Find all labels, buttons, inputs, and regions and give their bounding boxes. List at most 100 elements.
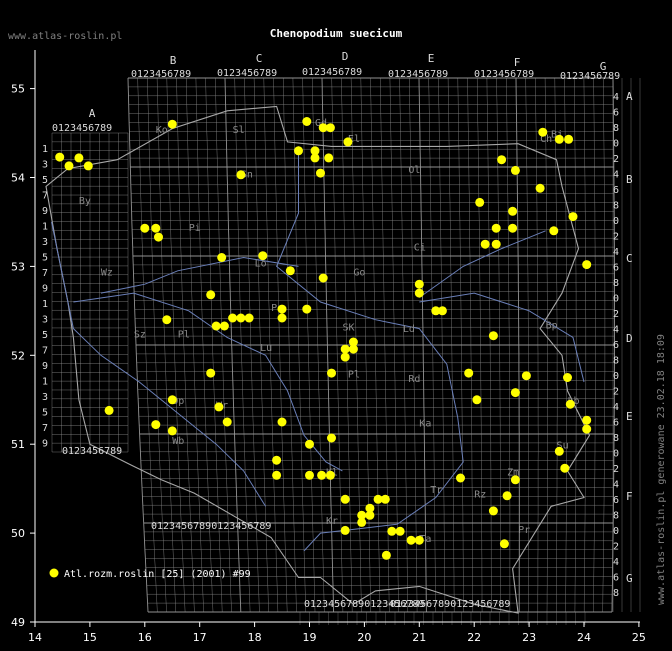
occurrence-point [491,239,501,249]
grid-row-digit: 6 [613,495,619,506]
grid-row-digit: 2 [613,309,619,320]
occurrence-point [564,134,574,144]
occurrence-point [582,415,592,425]
x-tick-label: 19 [303,631,317,644]
occurrence-point [414,535,424,545]
occurrence-point [327,368,336,378]
grid-row-digit: 6 [613,185,619,196]
grid-row-digit: 6 [613,340,619,351]
grid-column-letter: E [428,52,435,65]
occurrence-point [302,117,312,126]
grid-digit-strip: 0123456789 [62,446,122,457]
x-tick-label: 25 [632,631,646,644]
y-tick-label: 49 [11,616,25,629]
y-tick-label: 52 [11,349,25,362]
grid-digit-strip: 0123456789 [560,71,620,82]
occurrence-point [565,399,575,409]
legend-marker [49,568,59,578]
occurrence-point [508,206,518,216]
occurrence-point [365,510,375,520]
grid-row-digit: 4 [613,247,619,258]
occurrence-point [357,517,367,527]
grid-row-digit: 4 [613,557,619,568]
grid-column-letter: C [256,52,263,65]
grid-row-digit: 5 [42,253,48,264]
occurrence-point [560,463,570,473]
occurrence-point [340,525,350,535]
occurrence-point [83,161,93,171]
grid-row-digit: 7 [42,268,48,279]
occurrence-point [74,153,84,163]
x-tick-label: 23 [522,631,536,644]
grid-row-digit: 0 [613,449,619,460]
occurrence-point [214,402,224,412]
grid-row-digit: 2 [613,542,619,553]
occurrence-point [406,535,416,545]
occurrence-point [219,321,229,331]
grid-row-digit: 7 [42,191,48,202]
occurrence-point [55,152,65,162]
grid-row-digit: 8 [613,278,619,289]
occurrence-point [340,494,350,504]
region-label: Tr [430,485,442,496]
occurrence-point [387,526,397,536]
grid-row-digit: 1 [42,222,48,233]
region-label: Ld [403,324,415,335]
region-label: Ci [414,242,426,253]
legend: Atl.rozm.roslin [25] (2001) #99 [49,568,251,580]
occurrence-point [222,417,232,427]
grid-row-digit: 8 [613,123,619,134]
occurrence-point [327,433,336,443]
region-label: Rd [408,374,420,385]
occurrence-point [510,165,520,175]
occurrence-point [437,306,447,316]
grid-row-digit: 1 [42,299,48,310]
grid-row-letter: A [626,90,633,103]
occurrence-point [497,155,507,165]
occurrence-point [325,123,335,133]
grid-row-letter: F [626,490,633,503]
region-label: Wb [172,436,184,447]
grid-row-digit: 4 [613,170,619,181]
grid-row-digit: 3 [42,237,48,248]
occurrence-point [167,426,177,436]
region-label: Pi [189,223,201,234]
occurrence-point [305,470,314,480]
x-tick-label: 24 [577,631,591,644]
grid-row-digit: 3 [42,392,48,403]
occurrence-point [510,388,520,398]
occurrence-point [236,313,246,323]
x-tick-label: 20 [357,631,371,644]
grid-row-digit: 4 [613,92,619,103]
region-label: Bp [546,321,558,332]
grid-row-digit: 7 [42,423,48,434]
occurrence-point [535,183,545,193]
occurrence-point [302,304,312,314]
grid-column-letter: D [342,50,349,63]
distribution-map: www.atlas-roslin.pl Chenopodium suecicum… [0,0,672,651]
grid-row-digit: 2 [613,232,619,243]
occurrence-point [456,473,465,483]
grid-row-digit: 3 [42,160,48,171]
occurrence-point [154,232,163,242]
grid-row-letter: E [626,410,633,423]
occurrence-point [414,279,424,289]
grid-row-letter: C [626,252,633,265]
region-label: Ko [156,125,168,136]
occurrence-point [563,373,572,382]
occurrence-point [151,420,161,430]
grid-row-digit: 6 [613,573,619,584]
occurrence-point [538,127,548,137]
grid-row-digit: 2 [613,387,619,398]
grid-digit-strip: 0123456789 [302,67,362,78]
occurrence-point [499,539,509,549]
occurrence-point [217,253,227,262]
occurrence-point [316,168,325,178]
site-name[interactable]: www.atlas-roslin.pl [8,31,122,42]
occurrence-point [475,197,485,207]
occurrence-point [64,161,74,171]
occurrence-point [294,146,303,156]
grid-digit-strip: 01234567890123456789 [151,521,271,532]
grid-row-digit: 9 [42,206,48,217]
region-label: Pr [518,525,530,536]
